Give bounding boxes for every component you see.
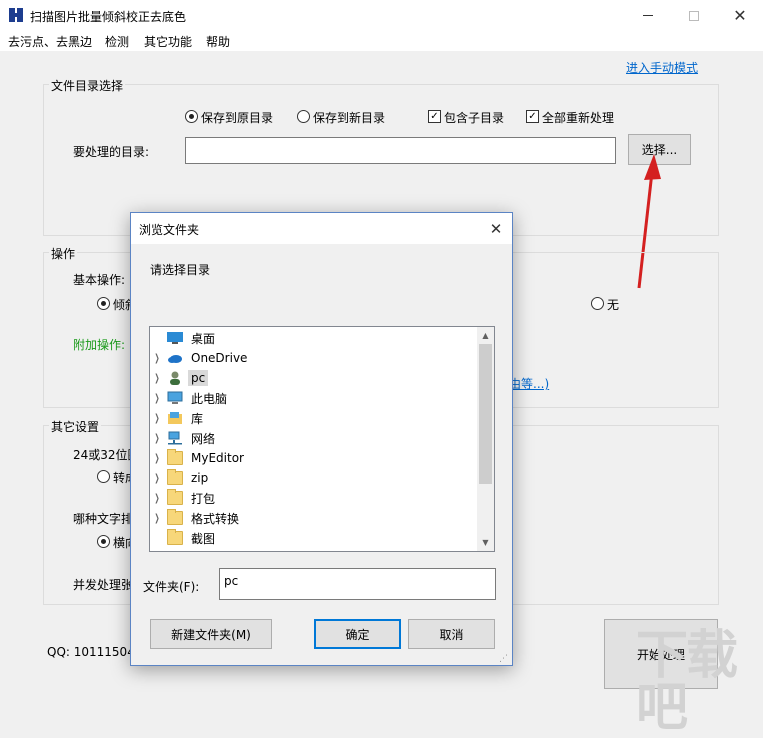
tree-item-label: 打包 xyxy=(191,491,216,506)
close-icon: ✕ xyxy=(733,6,747,25)
tree-item[interactable]: ❯ 格式转换 xyxy=(150,508,478,528)
tree-item-label: OneDrive xyxy=(191,351,248,365)
tree-item-label: 格式转换 xyxy=(191,511,240,526)
tree-item[interactable]: ❯ 此电脑 xyxy=(150,388,478,408)
dir-label: 要处理的目录: xyxy=(73,145,150,159)
basic-deskew-radio[interactable] xyxy=(97,297,110,310)
folder-icon xyxy=(167,449,183,465)
dir-input[interactable] xyxy=(185,137,616,164)
convert-radio[interactable] xyxy=(97,470,110,483)
network-icon xyxy=(167,431,183,445)
tree-item[interactable]: ❯ pc xyxy=(150,368,478,388)
desktop-icon xyxy=(167,331,183,345)
new-folder-button[interactable]: 新建文件夹(M) xyxy=(150,619,272,649)
resize-grip-icon[interactable]: ⋰ xyxy=(499,653,511,665)
dialog-prompt: 请选择目录 xyxy=(150,263,211,277)
scroll-down-icon[interactable]: ▼ xyxy=(477,534,494,551)
text-direction-label: 哪种文字排 xyxy=(73,512,134,526)
close-button[interactable]: ✕ xyxy=(717,0,763,31)
save-new-radio[interactable] xyxy=(297,110,310,123)
folder-icon xyxy=(167,529,183,545)
folder-name-input[interactable]: pc xyxy=(219,568,496,600)
operation-group-title: 操作 xyxy=(49,245,78,262)
expand-chevron-icon[interactable]: ❯ xyxy=(153,353,161,364)
other-settings-group-title: 其它设置 xyxy=(49,418,102,435)
maximize-icon xyxy=(689,10,699,21)
save-new-label[interactable]: 保存到新目录 xyxy=(313,109,385,126)
tree-item-label: 此电脑 xyxy=(191,391,228,406)
tree-item-label: pc xyxy=(188,370,209,386)
menu-item-detect[interactable]: 检测 xyxy=(105,33,129,50)
expand-chevron-icon[interactable]: ❯ xyxy=(153,413,161,424)
qq-text: QQ: 10111504 xyxy=(47,645,135,659)
tree-item-label: 截图 xyxy=(191,531,216,546)
menu-item-despeckle[interactable]: 去污点、去黑边 xyxy=(8,33,92,50)
tree-item[interactable]: 截图 xyxy=(150,528,478,548)
expand-chevron-icon[interactable]: ❯ xyxy=(153,493,161,504)
computer-icon xyxy=(167,391,183,405)
expand-chevron-icon[interactable]: ❯ xyxy=(153,433,161,444)
window-title: 扫描图片批量倾斜校正去底色 xyxy=(30,10,187,24)
file-dir-group-title: 文件目录选择 xyxy=(49,77,126,94)
menu-item-other-functions[interactable]: 其它功能 xyxy=(144,33,192,50)
include-subdirs-label[interactable]: 包含子目录 xyxy=(444,109,504,126)
extra-options-link[interactable]: 由等...) xyxy=(509,375,549,392)
scroll-up-icon[interactable]: ▲ xyxy=(477,327,494,344)
tree-scrollbar[interactable]: ▲ ▼ xyxy=(477,327,494,551)
folder-icon xyxy=(167,509,183,525)
extra-operation-label: 附加操作: xyxy=(73,338,126,352)
reprocess-all-label[interactable]: 全部重新处理 xyxy=(542,109,614,126)
none-label[interactable]: 无 xyxy=(607,296,619,313)
basic-operation-label: 基本操作: xyxy=(73,273,126,287)
horizontal-radio[interactable] xyxy=(97,535,110,548)
ok-button[interactable]: 确定 xyxy=(314,619,401,649)
tree-item[interactable]: ❯ 库 xyxy=(150,408,478,428)
scroll-thumb[interactable] xyxy=(479,344,492,484)
check-icon: ✓ xyxy=(528,111,537,122)
check-icon: ✓ xyxy=(430,111,439,122)
tree-item-label: 网络 xyxy=(191,431,216,446)
cancel-button[interactable]: 取消 xyxy=(408,619,495,649)
manual-mode-link[interactable]: 进入手动模式 xyxy=(626,59,698,76)
user-icon xyxy=(167,371,183,385)
concurrency-label: 并发处理张 xyxy=(73,578,134,592)
save-original-radio[interactable] xyxy=(185,110,198,123)
tree-item[interactable]: ❯ MyEditor xyxy=(150,448,478,468)
tree-item[interactable]: ❯ 网络 xyxy=(150,428,478,448)
menu-item-help[interactable]: 帮助 xyxy=(206,33,230,50)
tree-item-label: zip xyxy=(191,471,209,485)
library-icon xyxy=(167,411,183,425)
include-subdirs-checkbox[interactable]: ✓ xyxy=(428,110,441,123)
tree-item[interactable]: ❯ zip xyxy=(150,468,478,488)
folder-icon xyxy=(167,469,183,485)
expand-chevron-icon[interactable]: ❯ xyxy=(153,453,161,464)
reprocess-all-checkbox[interactable]: ✓ xyxy=(526,110,539,123)
app-icon xyxy=(9,8,23,22)
close-icon: ✕ xyxy=(489,219,503,238)
expand-chevron-icon[interactable]: ❯ xyxy=(153,373,161,384)
folder-tree[interactable]: 桌面 ❯ OneDrive ❯ pc ❯ 此电脑 ❯ 库 ❯ 网络 ❯ MyEditor ❯ zip ❯ 打包 ❯… xyxy=(149,326,495,552)
tree-item-label: 库 xyxy=(191,411,204,426)
cloud-icon xyxy=(167,351,183,365)
tree-item[interactable]: ❯ 打包 xyxy=(150,488,478,508)
tree-item-label: 桌面 xyxy=(191,331,216,346)
tree-item[interactable]: 桌面 xyxy=(150,328,478,348)
maximize-button[interactable] xyxy=(671,0,717,31)
expand-chevron-icon[interactable]: ❯ xyxy=(153,513,161,524)
expand-chevron-icon[interactable]: ❯ xyxy=(153,473,161,484)
browse-folder-dialog: 浏览文件夹 ✕ 请选择目录 桌面 ❯ OneDrive ❯ pc ❯ 此电脑 ❯ 库 ❯ 网络 ❯ My… xyxy=(130,212,513,666)
dialog-close-button[interactable]: ✕ xyxy=(481,215,511,242)
minimize-icon xyxy=(643,15,653,16)
folder-field-label: 文件夹(F): xyxy=(143,580,200,594)
tree-item-label: MyEditor xyxy=(191,451,244,465)
none-radio[interactable] xyxy=(591,297,604,310)
watermark-logo: 下载吧 xyxy=(636,626,738,738)
tree-item[interactable]: ❯ OneDrive xyxy=(150,348,478,368)
minimize-button[interactable] xyxy=(625,0,671,31)
folder-icon xyxy=(167,489,183,505)
save-original-label[interactable]: 保存到原目录 xyxy=(201,109,273,126)
expand-chevron-icon[interactable]: ❯ xyxy=(153,393,161,404)
dialog-title: 浏览文件夹 xyxy=(139,223,200,237)
